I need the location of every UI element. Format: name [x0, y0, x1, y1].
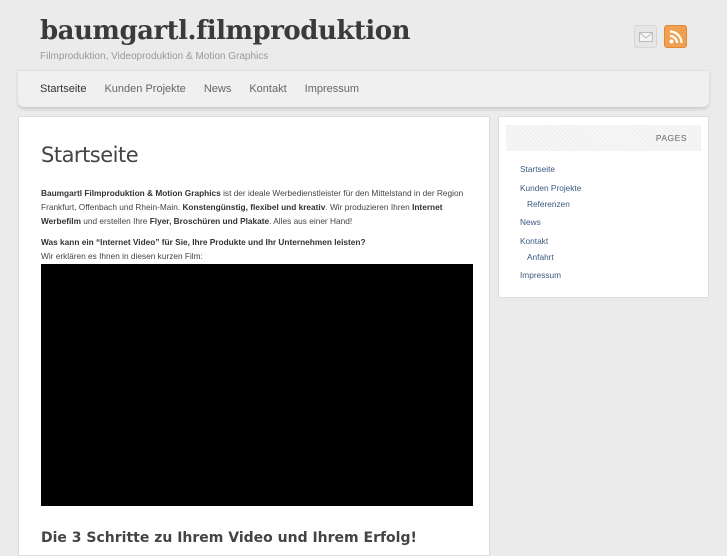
sidebar-item-news[interactable]: News	[520, 217, 541, 227]
content-area: Startseite Baumgartl Filmproduktion & Mo…	[18, 116, 490, 556]
sidebar-item-impressum[interactable]: Impressum	[520, 270, 561, 280]
sidebar-item-kunden-projekte[interactable]: Kunden Projekte	[520, 183, 581, 193]
nav-news[interactable]: News	[204, 83, 232, 95]
nav-impressum[interactable]: Impressum	[305, 83, 359, 95]
sidebar-item-referenzen[interactable]: Referenzen	[527, 199, 570, 209]
site-logo[interactable]: baumgartl.filmproduktion	[40, 16, 411, 46]
question-text: Was kann ein “Internet Video” für Sie, I…	[41, 237, 366, 247]
rss-icon[interactable]	[664, 25, 687, 48]
text-bold: Konstengünstig, flexibel und kreativ	[182, 202, 326, 212]
text: . Wir produzieren Ihren	[325, 202, 413, 212]
sidebar-item-kontakt[interactable]: Kontakt	[520, 236, 548, 246]
page-title: Startseite	[41, 143, 139, 167]
question: Was kann ein “Internet Video” für Sie, I…	[41, 235, 473, 263]
nav-kontakt[interactable]: Kontakt	[249, 83, 286, 95]
sidebar: PAGES Startseite Kunden Projekte Referen…	[498, 116, 709, 298]
section-heading: Die 3 Schritte zu Ihrem Video und Ihrem …	[41, 530, 417, 546]
sidebar-item-startseite[interactable]: Startseite	[520, 164, 555, 174]
video-player[interactable]	[41, 264, 473, 506]
text-bold: Baumgartl Filmproduktion & Motion Graphi…	[41, 188, 221, 198]
text-bold: Flyer, Broschüren und Plakate	[149, 216, 270, 226]
mail-icon[interactable]	[634, 25, 657, 48]
question-sub: Wir erklären es Ihnen in diesen kurzen F…	[41, 251, 203, 261]
tagline: Filmproduktion, Videoproduktion & Motion…	[40, 51, 269, 62]
text: . Alles aus einer Hand!	[269, 216, 353, 226]
nav-kunden-projekte[interactable]: Kunden Projekte	[104, 83, 185, 95]
text: und erstellen Ihre	[80, 216, 150, 226]
sidebar-item-anfahrt[interactable]: Anfahrt	[527, 252, 554, 262]
main-nav: Startseite Kunden Projekte News Kontakt …	[18, 70, 709, 107]
sidebar-heading: PAGES	[506, 125, 701, 151]
nav-startseite[interactable]: Startseite	[40, 83, 86, 95]
intro-paragraph: Baumgartl Filmproduktion & Motion Graphi…	[41, 186, 473, 228]
